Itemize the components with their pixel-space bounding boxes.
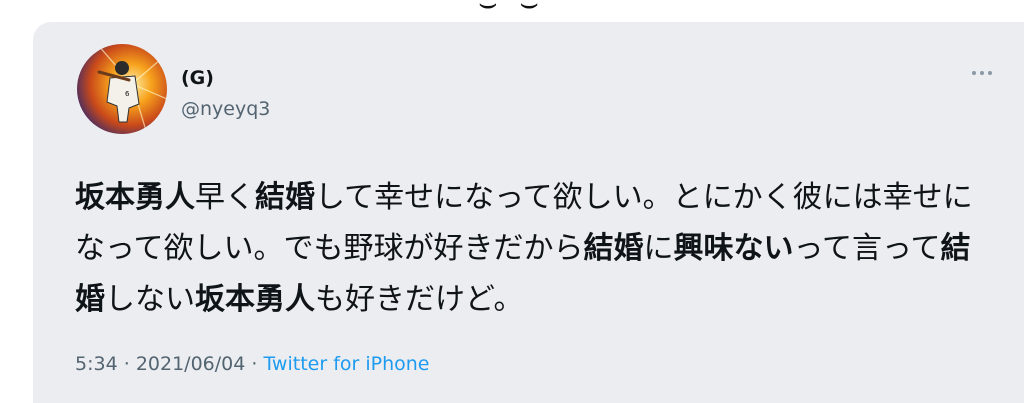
tweet-text: 坂本勇人早く結婚して幸せになって欲しい。とにかく彼には幸せになって欲しい。でも野… (75, 172, 995, 325)
meta-separator: · (123, 353, 130, 375)
avatar[interactable]: 6 (77, 44, 167, 134)
tweet-source-link[interactable]: Twitter for iPhone (263, 353, 429, 375)
baseball-player-avatar-image: 6 (77, 44, 167, 134)
tweet-text-segment: 早く (195, 180, 255, 215)
svg-text:6: 6 (125, 90, 130, 98)
tweet-date[interactable]: 2021/06/04 (136, 353, 246, 375)
display-name[interactable]: (G) (181, 67, 214, 89)
tweet-text-segment: 結婚 (255, 180, 315, 215)
tweet-text-segment: 坂本勇人 (75, 180, 195, 215)
tweet-text-segment: 坂本勇人 (195, 282, 315, 317)
tweet-meta: 5:34 · 2021/06/04 · Twitter for iPhone (75, 353, 430, 375)
header-title-partial: ⌣ ⌣ (478, 0, 546, 21)
more-options-icon[interactable] (970, 68, 994, 78)
tweet-text-segment: って言って (793, 231, 941, 266)
tweet-time[interactable]: 5:34 (75, 353, 118, 375)
tweet-text-segment: も好きだけど。 (315, 282, 524, 317)
meta-separator: · (251, 353, 258, 375)
tweet-text-segment: 興味ない (673, 231, 794, 266)
tweet-card: 6 (G) @nyeyq3 坂本勇人早く結婚して幸せになって欲しい。とにかく彼に… (33, 22, 1024, 403)
user-handle[interactable]: @nyeyq3 (181, 98, 270, 120)
tweet-text-segment: しない (105, 282, 195, 317)
tweet-text-segment: 結婚 (583, 231, 644, 266)
tweet-text-segment: に (643, 231, 674, 266)
